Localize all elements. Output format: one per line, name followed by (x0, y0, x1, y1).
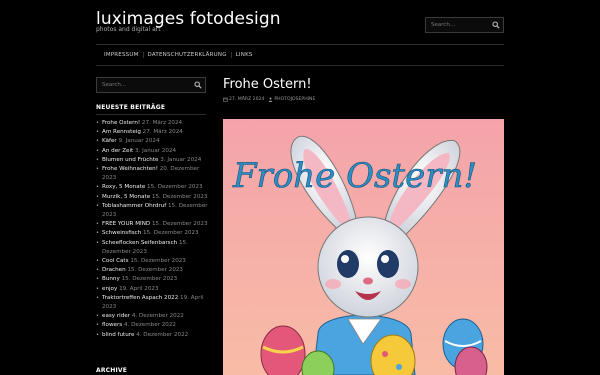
recent-post-item: Bunny 15. Dezember 2023 (96, 275, 212, 284)
recent-post-link[interactable]: easy rider (102, 313, 130, 319)
recent-post-item: enjoy 19. April 2023 (96, 285, 212, 294)
recent-post-link[interactable]: Am Rennsteig (102, 129, 141, 135)
recent-post-link[interactable]: Bunny (102, 276, 120, 282)
recent-post-item: An der Zeit 3. Januar 2024 (96, 147, 212, 156)
recent-post-date: 15. Dezember 2023 (151, 221, 208, 228)
featured-image[interactable]: Frohe Ostern! (223, 119, 504, 375)
recent-post-link[interactable]: Frohe Weihnachten! (102, 166, 158, 172)
recent-post-link[interactable]: Blumen und Früchte (102, 157, 158, 163)
recent-post-item: Traktortreffen Aspach 2022 19. April 202… (96, 294, 212, 312)
recent-post-date: 19. April 2023 (119, 285, 159, 292)
post-meta: 27. MÄRZ 2024 PHOTOJOSEPHINE (223, 97, 315, 102)
recent-post-item: Murzik, 5 Monate 15. Dezember 2023 (96, 193, 212, 202)
recent-post-item: Toblashammer Ohrdruf 15. Dezember 2023 (96, 202, 212, 220)
recent-posts-list: Frohe Ostern! 27. März 2024Am Rennsteig … (96, 119, 212, 340)
recent-post-link[interactable]: Toblashammer Ohrdruf (102, 203, 166, 209)
recent-post-item: Blumen und Früchte 3. Januar 2024 (96, 156, 212, 165)
recent-post-link[interactable]: Frohe Ostern! (102, 120, 140, 126)
archive-title: ARCHIVE (96, 367, 128, 374)
recent-post-date: 15. Dezember 2023 (143, 230, 199, 237)
recent-post-link[interactable]: Käfer (102, 138, 117, 144)
nav-top-divider (96, 44, 504, 45)
recent-post-date: 15. Dezember 2023 (147, 184, 203, 191)
recent-post-link[interactable]: Drachen (102, 267, 126, 273)
recent-post-date: 4. Dezember 2022 (136, 331, 189, 338)
recent-post-date: 4. Dezember 2022 (123, 322, 176, 329)
sidebar-search-input[interactable] (97, 78, 205, 92)
bunny-head (317, 216, 419, 318)
recent-post-date: 27. März 2024 (142, 129, 183, 136)
header-search (425, 17, 504, 33)
post-title[interactable]: Frohe Ostern! (223, 77, 312, 92)
site-tagline: photos and digital art (96, 26, 161, 33)
recent-post-item: FREE YOUR MIND 15. Dezember 2023 (96, 220, 212, 229)
person-icon (268, 97, 273, 102)
image-greeting: Frohe Ostern! (232, 156, 477, 196)
recent-post-item: easy rider 4. Dezember 2022 (96, 312, 212, 321)
recent-post-link[interactable]: Schweinsfisch (102, 230, 141, 236)
nav-item-links[interactable]: LINKS (230, 51, 257, 58)
recent-post-link[interactable]: An der Zeit (102, 148, 133, 154)
recent-post-item: Drachen 15. Dezember 2023 (96, 266, 212, 275)
recent-post-date: 4. Dezember 2022 (131, 313, 184, 320)
main-nav: IMPRESSUM DATENSCHUTZERKLÄRUNG LINKS (100, 50, 257, 59)
recent-post-link[interactable]: flowers (102, 322, 122, 328)
recent-post-date: 3. Januar 2024 (160, 156, 202, 163)
recent-post-item: blind future 4. Dezember 2022 (96, 331, 212, 340)
recent-post-date: 15. Dezember 2023 (130, 258, 186, 265)
search-icon[interactable] (492, 21, 500, 29)
recent-post-link[interactable]: Scheeflocken Seifenbarsch (102, 240, 177, 246)
search-icon[interactable] (194, 81, 202, 89)
recent-post-date: 15. Dezember 2023 (127, 267, 183, 274)
recent-post-item: Käfer 9. Januar 2024 (96, 137, 212, 146)
recent-post-date: 9. Januar 2024 (118, 138, 160, 145)
recent-posts-title: NEUESTE BEITRÄGE (96, 104, 166, 111)
recent-post-link[interactable]: Murzik, 5 Monate (102, 194, 150, 200)
recent-post-item: Roxy, 5 Monate 15. Dezember 2023 (96, 183, 212, 192)
widget-divider (96, 114, 206, 115)
nav-bottom-divider (96, 65, 504, 66)
recent-post-date: 3. Januar 2024 (135, 147, 177, 154)
calendar-icon (223, 97, 228, 102)
recent-post-item: Frohe Ostern! 27. März 2024 (96, 119, 212, 128)
recent-post-link[interactable]: Roxy, 5 Monate (102, 184, 145, 190)
sidebar-search (96, 77, 206, 93)
post-date[interactable]: 27. MÄRZ 2024 (229, 97, 264, 102)
recent-post-link[interactable]: enjoy (102, 286, 117, 292)
recent-post-item: flowers 4. Dezember 2022 (96, 321, 212, 330)
recent-post-link[interactable]: Cool Cats (102, 258, 129, 264)
recent-post-date: 15. Dezember 2023 (151, 193, 208, 200)
recent-post-date: 27. März 2024 (141, 120, 183, 126)
recent-post-link[interactable]: FREE YOUR MIND (102, 221, 150, 227)
recent-post-link[interactable]: Traktortreffen Aspach 2022 (102, 295, 178, 301)
post-author[interactable]: PHOTOJOSEPHINE (274, 97, 315, 102)
recent-post-date: 15. Dezember 2023 (121, 276, 178, 283)
recent-post-item: Frohe Weihnachten! 20. Dezember 2023 (96, 165, 212, 183)
recent-post-item: Am Rennsteig 27. März 2024 (96, 128, 212, 137)
nav-item-impressum[interactable]: IMPRESSUM (100, 52, 143, 58)
recent-post-item: Scheeflocken Seifenbarsch 15. Dezember 2… (96, 239, 212, 257)
recent-post-link[interactable]: blind future (102, 332, 134, 338)
recent-post-item: Cool Cats 15. Dezember 2023 (96, 257, 212, 266)
nav-item-datenschutz[interactable]: DATENSCHUTZERKLÄRUNG (142, 51, 231, 58)
recent-post-item: Schweinsfisch 15. Dezember 2023 (96, 229, 212, 238)
